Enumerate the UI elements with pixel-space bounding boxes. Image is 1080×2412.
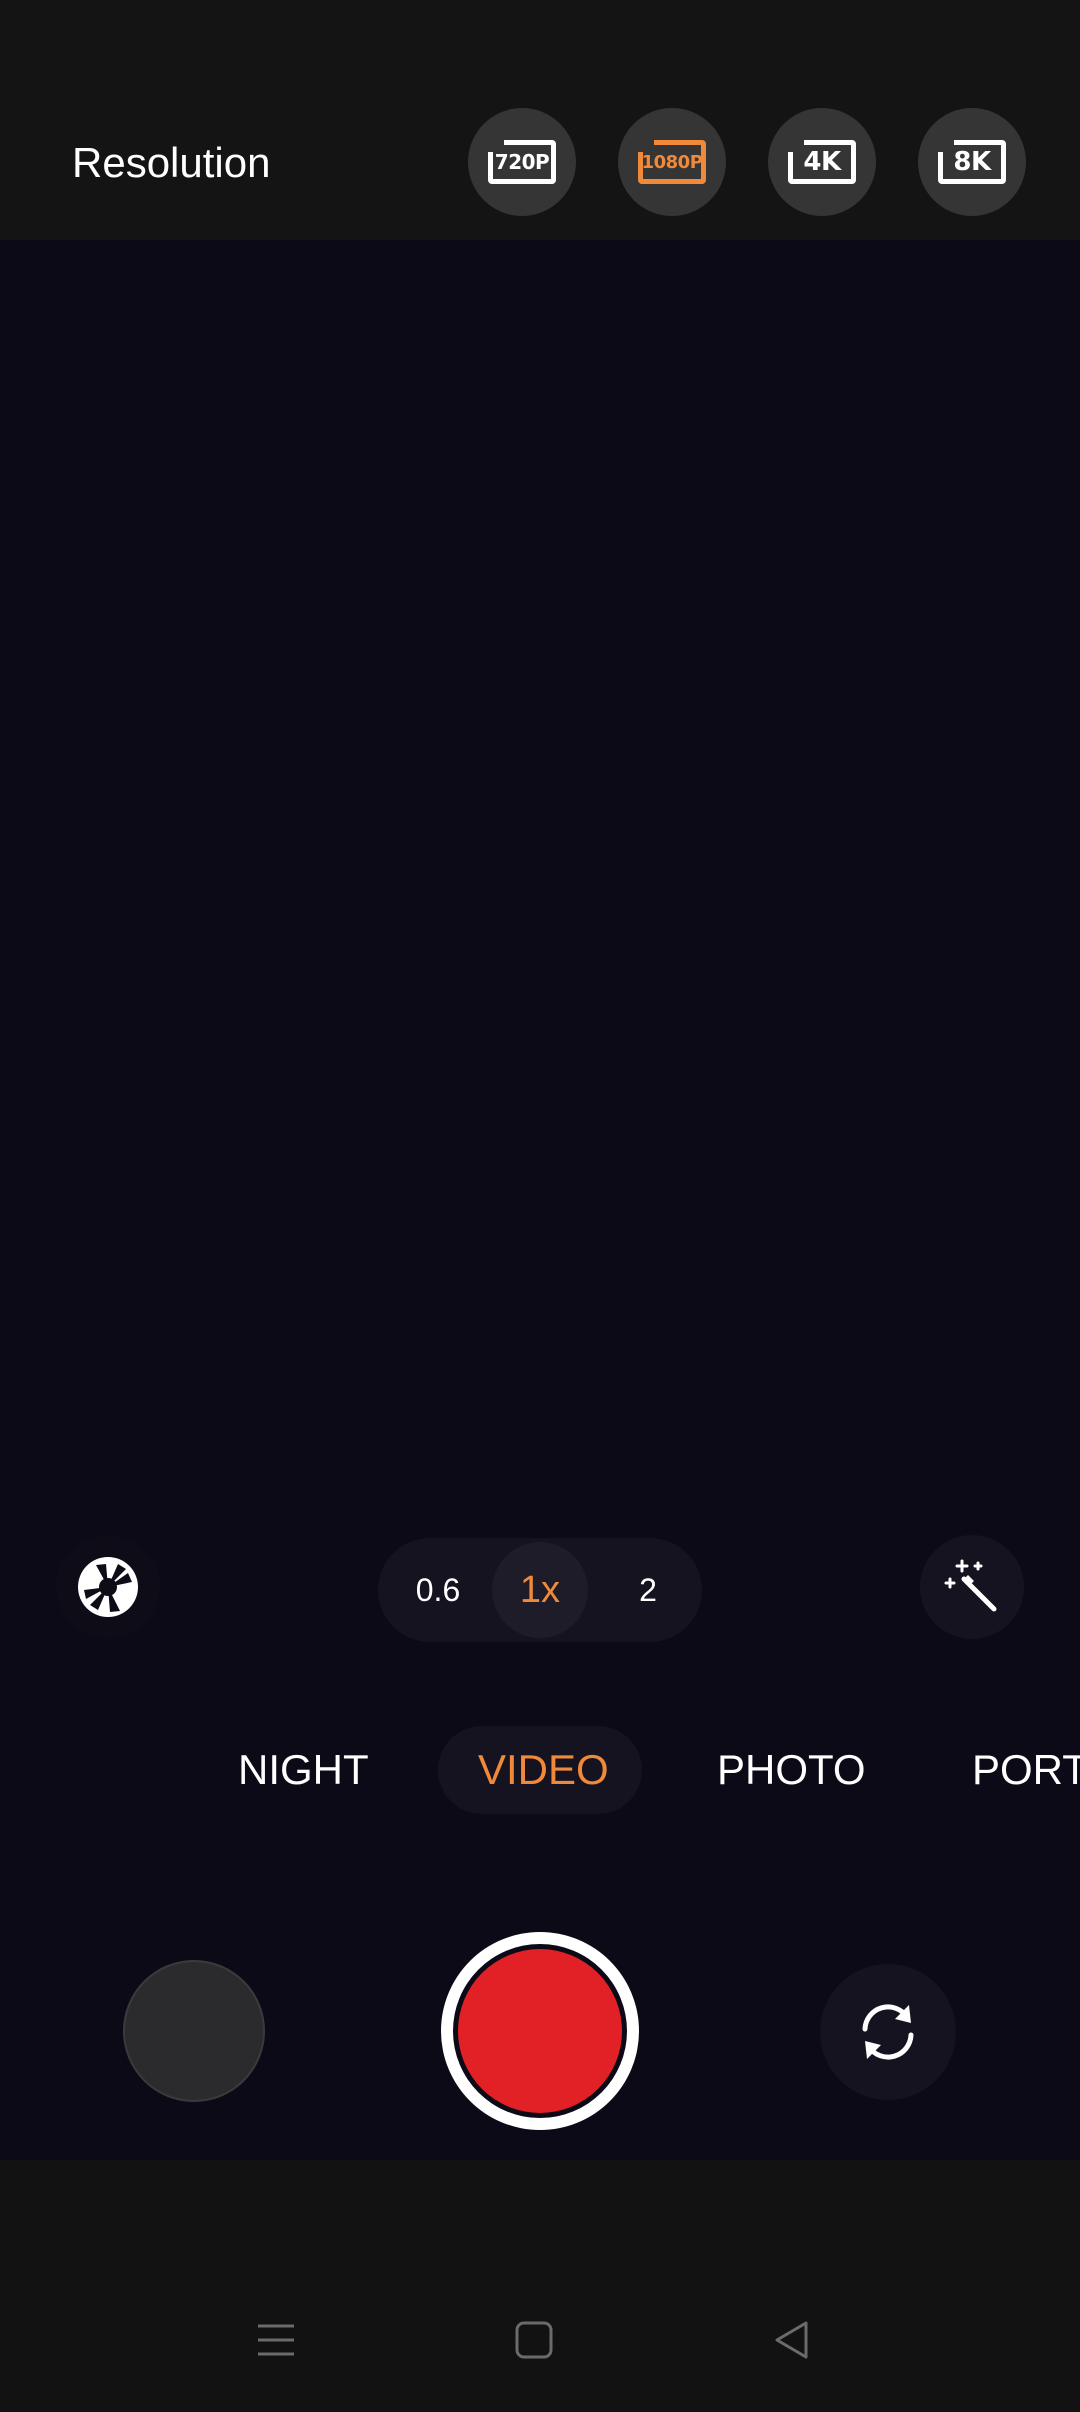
menu-icon bbox=[258, 2324, 294, 2356]
resolution-720p-icon: 720P bbox=[488, 140, 556, 184]
record-button[interactable] bbox=[441, 1932, 639, 2130]
camera-screen: Resolution 720P 1080P 4K 8K 0.6 1x 2 NIG… bbox=[0, 0, 1080, 2412]
system-navigation-bar bbox=[0, 2160, 1080, 2412]
resolution-1080p-button[interactable]: 1080P bbox=[618, 108, 726, 216]
viewfinder[interactable] bbox=[0, 240, 1080, 2160]
switch-camera-icon bbox=[862, 2004, 914, 2060]
resolution-720p-label: 720P bbox=[494, 150, 550, 174]
magic-wand-icon bbox=[944, 1559, 997, 1612]
zoom-2-button[interactable]: 2 bbox=[598, 1538, 698, 1642]
resolution-8k-icon: 8K bbox=[938, 140, 1006, 184]
resolution-4k-label: 4K bbox=[803, 147, 841, 177]
mode-portrait[interactable]: PORT bbox=[972, 1745, 1080, 1795]
nav-back-button[interactable] bbox=[762, 2310, 822, 2370]
home-icon bbox=[515, 2321, 553, 2359]
resolution-4k-icon: 4K bbox=[788, 140, 856, 184]
record-icon bbox=[458, 1949, 622, 2113]
resolution-1080p-icon: 1080P bbox=[638, 140, 706, 184]
resolution-1080p-label: 1080P bbox=[641, 151, 703, 173]
aperture-button[interactable] bbox=[56, 1535, 160, 1639]
zoom-0.6-button[interactable]: 0.6 bbox=[388, 1538, 488, 1642]
magic-wand-button[interactable] bbox=[920, 1535, 1024, 1639]
mode-photo[interactable]: PHOTO bbox=[717, 1745, 866, 1795]
aperture-icon bbox=[78, 1557, 138, 1617]
zoom-1x-label: 1x bbox=[519, 1568, 561, 1611]
zoom-2-label: 2 bbox=[639, 1571, 657, 1608]
back-icon bbox=[775, 2321, 808, 2359]
resolution-720p-button[interactable]: 720P bbox=[468, 108, 576, 216]
zoom-1x-button[interactable]: 1x bbox=[492, 1542, 588, 1638]
record-button-gap bbox=[453, 1944, 627, 2118]
gallery-thumbnail[interactable] bbox=[123, 1960, 265, 2102]
resolution-8k-label: 8K bbox=[953, 147, 991, 177]
switch-camera-button[interactable] bbox=[820, 1964, 956, 2100]
nav-home-button[interactable] bbox=[504, 2310, 564, 2370]
mode-night[interactable]: NIGHT bbox=[238, 1745, 369, 1795]
resolution-bar: Resolution 720P 1080P 4K 8K bbox=[0, 0, 1080, 240]
zoom-selector: 0.6 1x 2 bbox=[378, 1538, 702, 1642]
resolution-4k-button[interactable]: 4K bbox=[768, 108, 876, 216]
mode-video[interactable]: VIDEO bbox=[478, 1745, 609, 1795]
resolution-8k-button[interactable]: 8K bbox=[918, 108, 1026, 216]
nav-menu-button[interactable] bbox=[246, 2310, 306, 2370]
zoom-0.6-label: 0.6 bbox=[415, 1571, 461, 1608]
resolution-title: Resolution bbox=[72, 139, 271, 186]
